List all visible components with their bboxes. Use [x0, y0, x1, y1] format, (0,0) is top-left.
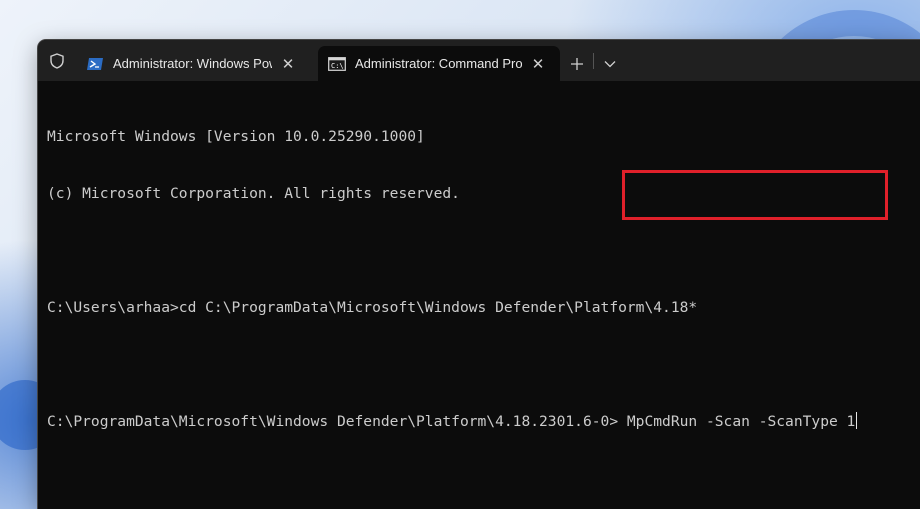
terminal-line: C:\Users\arhaa>cd C:\ProgramData\Microso… — [47, 299, 698, 316]
command-text: MpCmdRun -Scan -ScanType 1 — [618, 413, 856, 430]
tab-label: Administrator: Windows PowerShell — [113, 56, 272, 71]
chevron-down-icon — [604, 60, 616, 67]
terminal-output[interactable]: Microsoft Windows [Version 10.0.25290.10… — [38, 81, 920, 509]
shield-icon[interactable] — [38, 40, 76, 81]
close-icon[interactable]: ✕ — [278, 54, 298, 74]
powershell-icon — [86, 57, 104, 71]
cmd-icon: C:\ — [328, 56, 346, 71]
new-tab-button[interactable] — [562, 46, 592, 81]
svg-text:C:\: C:\ — [331, 62, 344, 70]
prompt-text: C:\ProgramData\Microsoft\Windows Defende… — [47, 413, 619, 430]
tab-command-prompt[interactable]: C:\ Administrator: Command Prompt ✕ — [318, 46, 560, 81]
title-bar[interactable]: Administrator: Windows PowerShell ✕ C:\ … — [38, 40, 920, 81]
command-line[interactable]: C:\ProgramData\Microsoft\Windows Defende… — [47, 412, 911, 431]
divider — [593, 52, 594, 69]
command-highlight-box — [622, 170, 888, 220]
windows-terminal-window: Administrator: Windows PowerShell ✕ C:\ … — [38, 40, 920, 509]
text-cursor — [856, 412, 858, 429]
tab-powershell[interactable]: Administrator: Windows PowerShell ✕ — [76, 46, 310, 81]
terminal-line: Microsoft Windows [Version 10.0.25290.10… — [47, 128, 425, 145]
tab-label: Administrator: Command Prompt — [355, 56, 522, 71]
tab-dropdown-button[interactable] — [595, 46, 625, 81]
close-icon[interactable]: ✕ — [528, 54, 548, 74]
